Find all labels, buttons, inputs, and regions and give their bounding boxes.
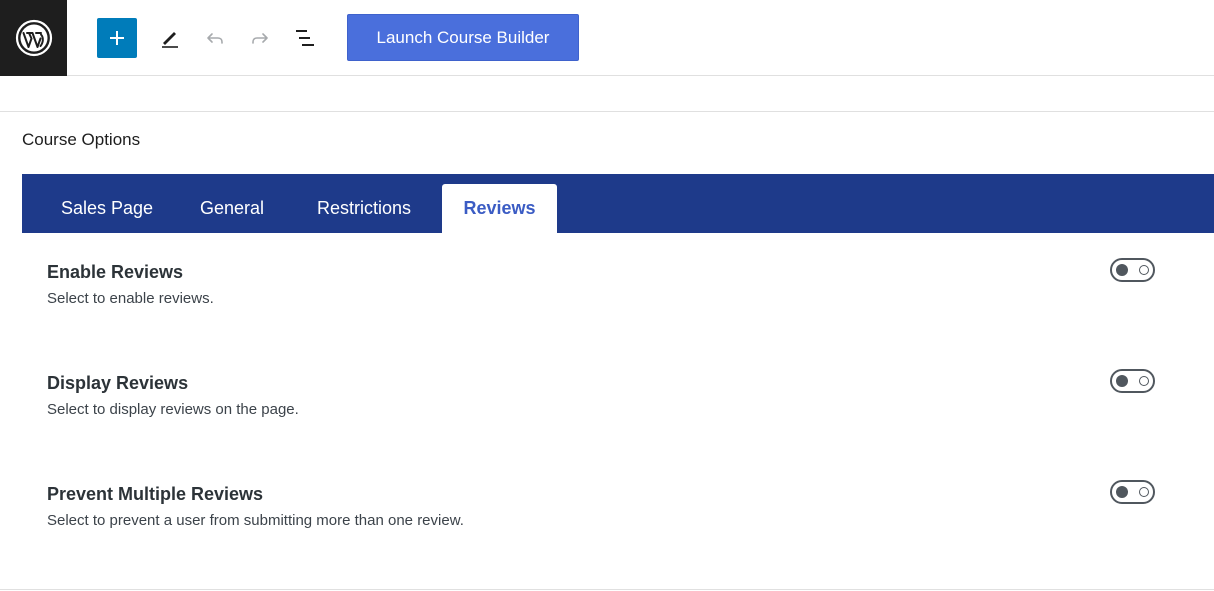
list-view-icon	[296, 30, 314, 46]
toggle-knob	[1116, 264, 1128, 276]
editor-toolbar: Launch Course Builder	[0, 0, 1214, 76]
toggle-off-indicator	[1139, 265, 1149, 275]
divider	[0, 589, 1214, 590]
toggle-knob	[1116, 486, 1128, 498]
prevent-multiple-reviews-title: Prevent Multiple Reviews	[47, 484, 264, 504]
enable-reviews-title: Enable Reviews	[47, 262, 184, 282]
toggle-off-indicator	[1139, 376, 1149, 386]
display-reviews-description: Select to display reviews on the page.	[47, 401, 299, 418]
add-block-button[interactable]	[97, 18, 137, 58]
tab-restrictions[interactable]: Restrictions	[297, 184, 431, 233]
list-view-button[interactable]	[285, 18, 325, 58]
tab-general[interactable]: General	[180, 184, 284, 233]
launch-course-builder-button[interactable]: Launch Course Builder	[347, 14, 579, 61]
prevent-multiple-reviews-toggle[interactable]	[1110, 480, 1155, 504]
display-reviews-title: Display Reviews	[47, 373, 189, 393]
edit-tool-button[interactable]	[150, 18, 190, 58]
enable-reviews-toggle[interactable]	[1110, 258, 1155, 282]
prevent-multiple-reviews-description: Select to prevent a user from submitting…	[47, 512, 464, 529]
wordpress-icon[interactable]	[0, 0, 67, 76]
display-reviews-toggle[interactable]	[1110, 369, 1155, 393]
redo-icon	[252, 33, 268, 44]
tab-sales-page[interactable]: Sales Page	[41, 184, 173, 233]
toggle-knob	[1116, 375, 1128, 387]
divider	[0, 111, 1214, 112]
undo-icon	[207, 33, 223, 44]
undo-button[interactable]	[195, 18, 235, 58]
tab-bar: Sales Page General Restrictions Reviews	[22, 174, 1214, 233]
toggle-off-indicator	[1139, 487, 1149, 497]
redo-button[interactable]	[240, 18, 280, 58]
tab-reviews[interactable]: Reviews	[442, 184, 557, 233]
section-title: Course Options	[22, 130, 141, 149]
enable-reviews-description: Select to enable reviews.	[47, 290, 214, 307]
plus-icon	[110, 31, 124, 45]
pencil-icon	[162, 32, 178, 48]
